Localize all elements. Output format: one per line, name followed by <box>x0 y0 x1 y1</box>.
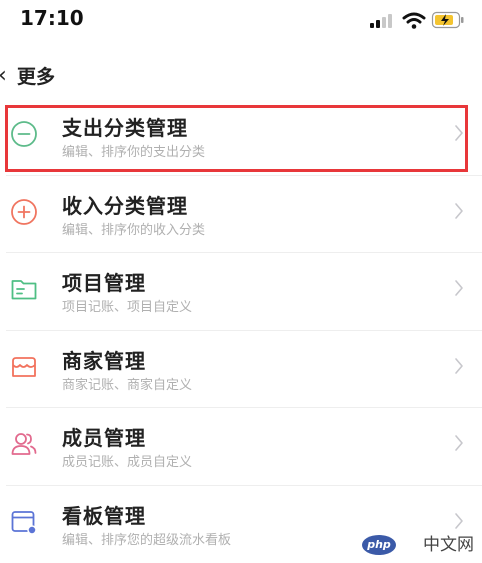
item-title: 看板管理 <box>62 500 146 529</box>
back-chevron-icon[interactable]: ‹ <box>0 63 7 88</box>
item-title: 成员管理 <box>62 422 146 451</box>
watermark-text: 中文网 <box>423 530 474 555</box>
battery-charging-icon <box>433 13 464 28</box>
board-icon <box>10 508 38 536</box>
plus-circle-icon <box>10 198 38 226</box>
store-icon <box>10 353 38 381</box>
wifi-icon <box>404 14 424 29</box>
list-item-project[interactable]: 项目管理 项目记账、项目自定义 <box>0 253 482 331</box>
chevron-right-icon <box>454 201 464 221</box>
nav-bar: ‹ 更多 <box>0 58 482 92</box>
members-icon <box>10 430 38 458</box>
item-subtitle: 项目记账、项目自定义 <box>62 296 192 315</box>
status-icons <box>370 10 466 32</box>
list-item-board[interactable]: 看板管理 编辑、排序您的超级流水看板 <box>0 486 482 563</box>
item-title: 收入分类管理 <box>62 190 188 219</box>
page-title: 更多 <box>17 62 55 89</box>
item-subtitle: 编辑、排序您的超级流水看板 <box>62 529 231 548</box>
watermark-logo: php <box>362 535 396 555</box>
chevron-right-icon <box>454 511 464 531</box>
item-subtitle: 成员记账、成员自定义 <box>62 451 192 470</box>
signal-icon <box>370 14 392 28</box>
highlight-box <box>5 105 468 172</box>
list-item-members[interactable]: 成员管理 成员记账、成员自定义 <box>0 408 482 486</box>
item-title: 商家管理 <box>62 345 146 374</box>
folder-icon <box>10 275 38 303</box>
list-item-income-category[interactable]: 收入分类管理 编辑、排序你的收入分类 <box>0 176 482 254</box>
chevron-right-icon <box>454 433 464 453</box>
chevron-right-icon <box>454 356 464 376</box>
chevron-right-icon <box>454 278 464 298</box>
item-title: 项目管理 <box>62 267 146 296</box>
item-subtitle: 编辑、排序你的收入分类 <box>62 219 205 238</box>
status-time: 17:10 <box>20 6 84 30</box>
status-bar: 17:10 <box>0 0 482 40</box>
item-subtitle: 商家记账、商家自定义 <box>62 374 192 393</box>
list-item-merchant[interactable]: 商家管理 商家记账、商家自定义 <box>0 331 482 409</box>
